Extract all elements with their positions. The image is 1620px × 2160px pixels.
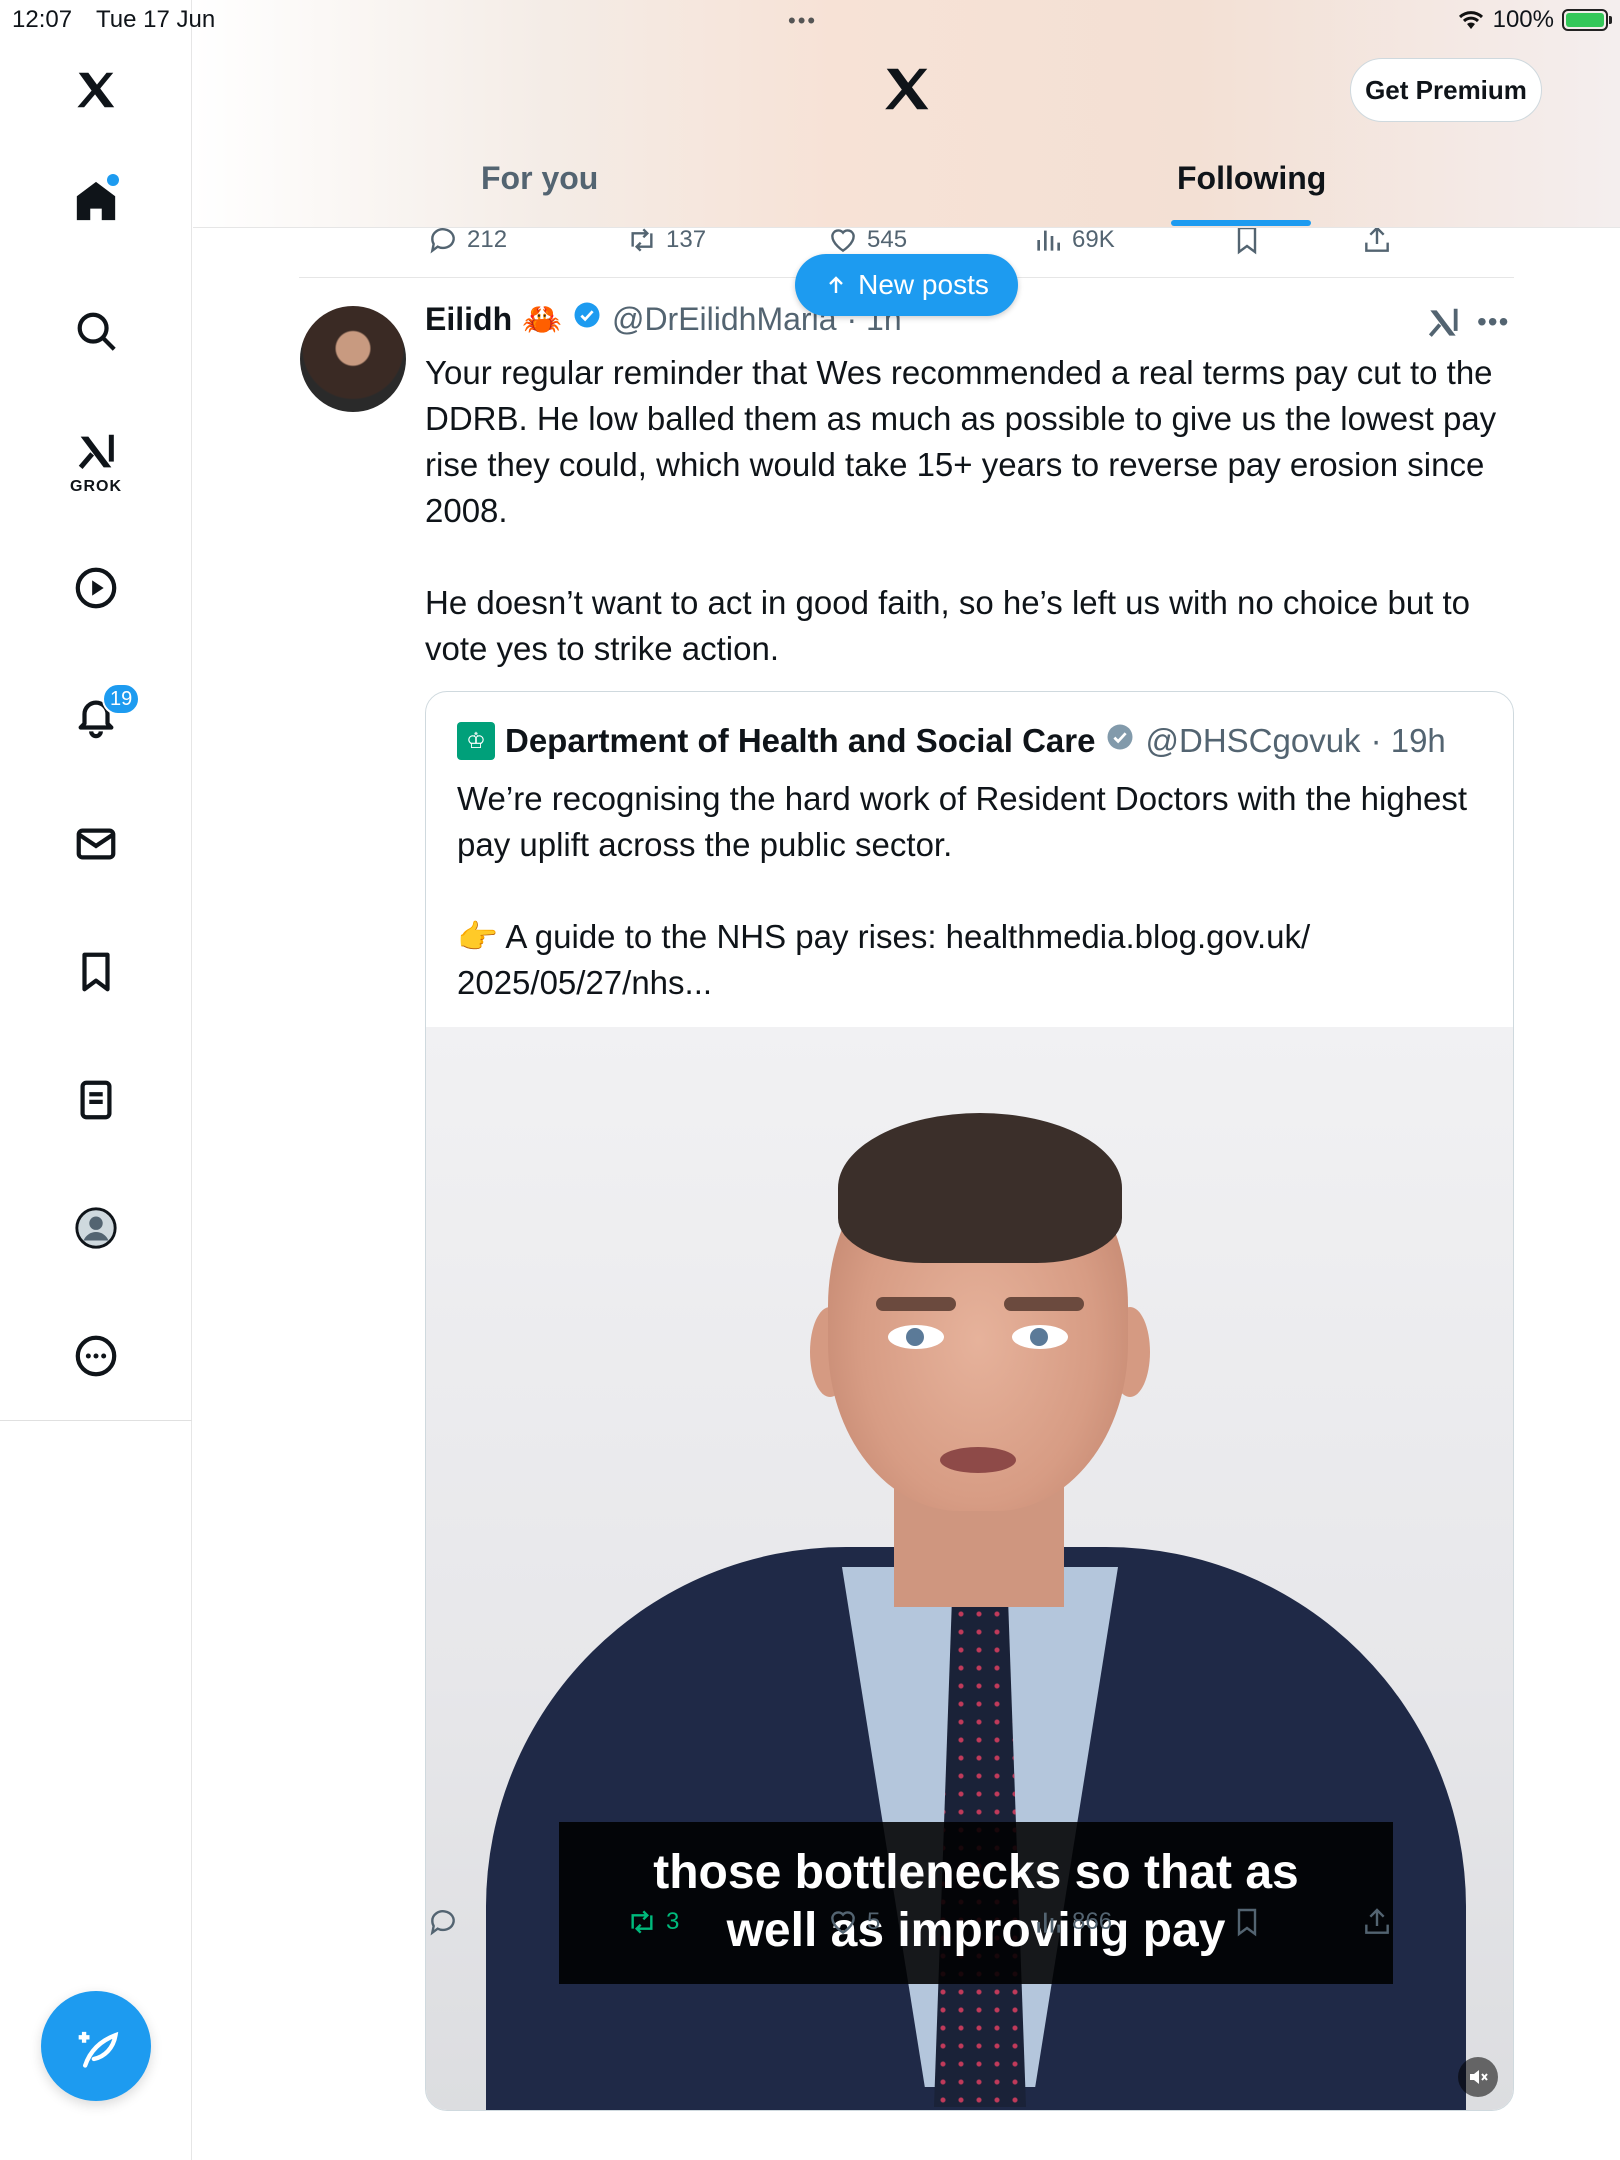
sidebar-item-lists[interactable] xyxy=(60,1064,132,1136)
quote-time: · 19h xyxy=(1370,722,1446,759)
author-name[interactable]: Eilidh xyxy=(425,301,512,338)
video-figure-brow xyxy=(876,1297,956,1311)
notifications-badge: 19 xyxy=(102,683,141,715)
video-figure-mouth xyxy=(940,1447,1016,1473)
x-logo-icon[interactable] xyxy=(60,54,132,126)
video-figure-eye xyxy=(888,1325,944,1349)
share-button[interactable] xyxy=(1361,224,1393,256)
mute-button[interactable] xyxy=(1458,2057,1498,2097)
battery-percent: 100% xyxy=(1492,6,1554,33)
tweet-more-icon[interactable]: ••• xyxy=(1477,306,1509,338)
wifi-icon xyxy=(1458,11,1483,29)
grok-icon xyxy=(78,434,114,469)
repost-button[interactable]: 137 xyxy=(626,224,706,256)
share-icon xyxy=(1365,1908,1389,1934)
views-count: 69K xyxy=(1072,226,1115,253)
battery-icon xyxy=(1562,9,1612,31)
like-count: 545 xyxy=(867,226,908,253)
status-indicators: 100% xyxy=(1457,6,1612,34)
like-button[interactable]: 5 xyxy=(827,1906,880,1938)
quote-author-handle: @DHSCgovuk xyxy=(1145,722,1361,759)
speaker-muted-icon xyxy=(1470,2070,1488,2084)
video-caption: those bottlenecks so that as well as imp… xyxy=(559,1822,1393,1984)
share-icon xyxy=(1365,226,1389,252)
sidebar-item-more[interactable] xyxy=(60,1320,132,1392)
video-figure-eye xyxy=(1012,1325,1068,1349)
play-icon xyxy=(75,567,117,609)
reply-icon xyxy=(430,1910,455,1936)
views-chart-icon xyxy=(1037,230,1060,251)
status-bar: 12:07 Tue 17 Jun ••• 100% xyxy=(0,0,1620,40)
new-posts-label: New posts xyxy=(858,269,989,300)
grok-label: GROK xyxy=(70,478,122,495)
tab-for-you[interactable]: For you xyxy=(481,160,598,197)
more-icon xyxy=(75,1335,117,1377)
reply-button[interactable]: 212 xyxy=(427,224,507,256)
views-chart-icon xyxy=(1037,1912,1060,1933)
new-posts-button[interactable]: New posts xyxy=(795,254,1018,316)
grok-explain-icon[interactable] xyxy=(1424,304,1462,342)
repost-count: 3 xyxy=(666,1908,680,1935)
sidebar-item-video[interactable] xyxy=(60,552,132,624)
gov-verified-badge-icon xyxy=(1105,722,1135,760)
views-count: 866 xyxy=(1072,1908,1113,1935)
repost-count: 137 xyxy=(666,226,707,253)
sidebar: GROK 19 xyxy=(0,0,192,2160)
repost-icon xyxy=(631,1910,653,1934)
status-time: 12:07 xyxy=(12,6,73,33)
views-button[interactable]: 866 xyxy=(1032,1906,1112,1938)
quoted-tweet[interactable]: ♔ Department of Health and Social Care @… xyxy=(425,691,1514,2111)
sidebar-item-bookmarks[interactable] xyxy=(60,936,132,1008)
sidebar-item-home[interactable] xyxy=(60,165,132,237)
video-player[interactable]: those bottlenecks so that as well as imp… xyxy=(426,1027,1513,2110)
reply-icon xyxy=(430,228,455,254)
mail-icon xyxy=(76,828,116,860)
verified-badge-icon xyxy=(572,300,602,338)
compose-feather-icon xyxy=(78,2031,119,2068)
reply-button[interactable] xyxy=(427,1906,467,1938)
quote-text: We’re recognising the hard work of Resid… xyxy=(457,780,1468,1001)
avatar[interactable] xyxy=(300,306,406,412)
sidebar-item-messages[interactable] xyxy=(60,808,132,880)
get-premium-button[interactable]: Get Premium xyxy=(1350,58,1542,122)
crown-logo-icon: ♔ xyxy=(457,722,495,760)
list-icon xyxy=(80,1080,112,1120)
tweet-text: Your regular reminder that Wes recommend… xyxy=(425,354,1497,667)
quote-author-name: Department of Health and Social Care xyxy=(505,722,1096,759)
active-tab-indicator xyxy=(1171,220,1311,226)
profile-icon xyxy=(75,1207,117,1249)
heart-icon xyxy=(831,229,855,253)
multitasking-dots-icon[interactable]: ••• xyxy=(788,8,817,34)
views-button[interactable]: 69K xyxy=(1032,224,1115,256)
search-icon xyxy=(77,312,116,351)
arrow-up-icon xyxy=(829,276,843,293)
video-figure-hair xyxy=(838,1113,1122,1263)
reply-count: 212 xyxy=(467,226,508,253)
author-emoji: 🦀 xyxy=(522,301,562,337)
bookmark-button[interactable] xyxy=(1231,1906,1263,1938)
tweet-actions: 3 5 866 xyxy=(299,1906,1514,1946)
repost-icon xyxy=(631,228,653,252)
sidebar-divider xyxy=(0,1420,192,1421)
bookmark-button[interactable] xyxy=(1231,224,1263,256)
home-unread-dot xyxy=(107,174,119,186)
compose-post-button[interactable] xyxy=(41,1991,151,2101)
like-button[interactable]: 545 xyxy=(827,224,907,256)
bookmark-icon xyxy=(1237,1908,1257,1937)
video-figure-brow xyxy=(1004,1297,1084,1311)
heart-icon xyxy=(831,1911,855,1935)
quote-header: ♔ Department of Health and Social Care @… xyxy=(457,722,1446,760)
status-date: Tue 17 Jun xyxy=(96,6,216,33)
repost-button[interactable]: 3 xyxy=(626,1906,679,1938)
bookmark-icon xyxy=(1237,226,1257,255)
x-logo-icon[interactable] xyxy=(880,62,934,116)
sidebar-item-profile[interactable] xyxy=(60,1192,132,1264)
share-button[interactable] xyxy=(1361,1906,1393,1938)
bookmark-icon xyxy=(82,952,110,992)
sidebar-item-explore[interactable] xyxy=(60,295,132,367)
like-count: 5 xyxy=(867,1908,881,1935)
tab-following[interactable]: Following xyxy=(1177,160,1326,197)
